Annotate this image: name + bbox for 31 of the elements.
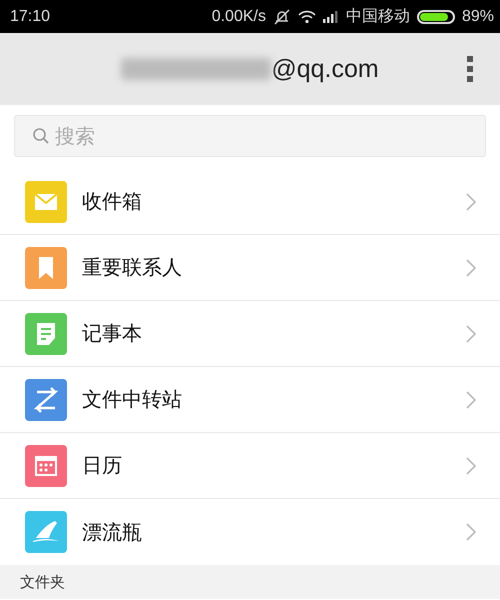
clock-time: 17:10 bbox=[10, 8, 50, 26]
item-label: 漂流瓶 bbox=[82, 518, 143, 546]
menu-item[interactable]: 重要联系人 bbox=[0, 235, 500, 301]
item-label: 文件中转站 bbox=[82, 386, 183, 413]
network-speed: 0.00K/s bbox=[212, 8, 266, 26]
item-label: 日历 bbox=[82, 452, 123, 479]
menu-item[interactable]: 收件箱 bbox=[0, 169, 500, 235]
chevron-right-icon bbox=[466, 390, 476, 408]
item-label: 收件箱 bbox=[82, 188, 143, 215]
menu-item[interactable]: 日历 bbox=[0, 433, 500, 499]
chevron-right-icon bbox=[466, 192, 476, 210]
search-icon bbox=[32, 127, 50, 145]
signal-icon bbox=[322, 10, 339, 22]
item-label: 重要联系人 bbox=[82, 254, 183, 281]
chevron-right-icon bbox=[466, 258, 476, 276]
battery-icon bbox=[416, 10, 455, 24]
battery-percent: 89% bbox=[462, 8, 494, 26]
account-email: @qq.com bbox=[271, 54, 379, 84]
chevron-right-icon bbox=[466, 324, 476, 342]
carrier-name: 中国移动 bbox=[346, 6, 410, 27]
more-menu-icon[interactable] bbox=[466, 55, 474, 83]
chevron-right-icon bbox=[466, 523, 476, 541]
chevron-right-icon bbox=[466, 456, 476, 474]
section-title: 文件夹 bbox=[20, 572, 65, 592]
item-label: 记事本 bbox=[82, 320, 143, 347]
mute-bell-icon bbox=[272, 8, 291, 24]
menu-item[interactable]: 文件中转站 bbox=[0, 367, 500, 433]
menu-item[interactable]: 漂流瓶 bbox=[0, 499, 500, 565]
wifi-icon bbox=[298, 10, 316, 24]
search-field[interactable]: 搜索 bbox=[14, 115, 486, 157]
menu-item[interactable]: 记事本 bbox=[0, 301, 500, 367]
